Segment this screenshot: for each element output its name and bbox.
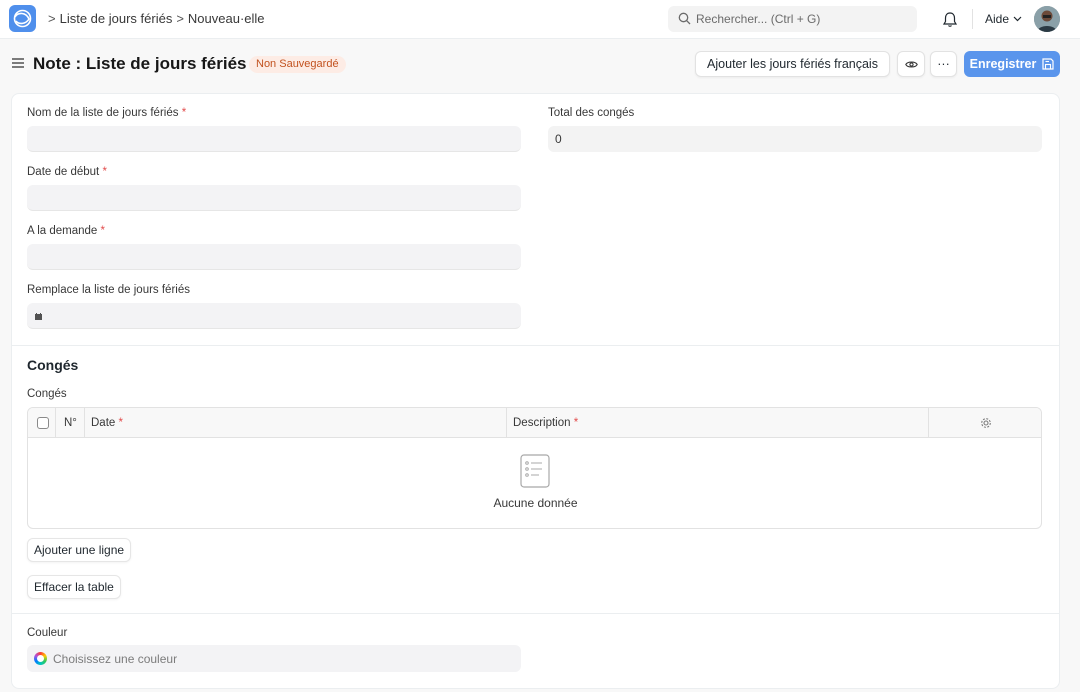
from-date-input[interactable] bbox=[27, 185, 521, 210]
status-badge: Non Sauvegardé bbox=[249, 56, 346, 73]
color-label: Couleur bbox=[27, 627, 68, 639]
search-input[interactable] bbox=[696, 6, 911, 32]
column-header-no: N° bbox=[56, 408, 85, 438]
to-date-label-text: A la demande bbox=[27, 225, 98, 237]
holiday-list-name-label: Nom de la liste de jours fériés * bbox=[27, 107, 186, 119]
column-header-date: Date * bbox=[85, 408, 507, 438]
replaces-holiday-list-label: Remplace la liste de jours fériés bbox=[27, 284, 190, 296]
total-holidays-label: Total des congés bbox=[548, 107, 635, 119]
holiday-list-name-input[interactable] bbox=[27, 126, 521, 151]
color-wheel-icon bbox=[34, 652, 47, 665]
column-settings bbox=[929, 408, 1041, 438]
avatar[interactable] bbox=[1034, 6, 1060, 32]
navbar: > Liste de jours fériés > Nouveau·elle A… bbox=[0, 0, 1080, 39]
clear-table-button[interactable]: Effacer la table bbox=[27, 575, 121, 599]
table-header: N° Date * Description * bbox=[28, 408, 1041, 438]
required-marker: * bbox=[181, 107, 187, 119]
to-date-label: A la demande * bbox=[27, 225, 105, 237]
calendar-icon bbox=[35, 313, 42, 320]
replaces-holiday-list-field[interactable] bbox=[27, 303, 521, 329]
bell-icon[interactable] bbox=[942, 11, 958, 28]
from-date-label-text: Date de début bbox=[27, 166, 100, 178]
from-date-field[interactable] bbox=[27, 185, 521, 211]
page-title: Note : Liste de jours fériés bbox=[33, 54, 247, 73]
from-date-label: Date de début * bbox=[27, 166, 107, 178]
breadcrumb: > Liste de jours fériés > Nouveau·elle bbox=[48, 11, 265, 26]
app-logo-icon[interactable] bbox=[9, 5, 36, 32]
empty-table-message: Aucune donnée bbox=[493, 496, 578, 510]
add-row-button[interactable]: Ajouter une ligne bbox=[27, 538, 132, 562]
hamburger-menu-icon[interactable] bbox=[12, 57, 24, 69]
save-button-label: Enregistrer bbox=[969, 57, 1037, 71]
required-marker: * bbox=[118, 417, 123, 429]
eye-icon bbox=[904, 60, 918, 68]
breadcrumb-holiday-list-link[interactable]: Liste de jours fériés bbox=[60, 11, 173, 26]
breadcrumb-separator: > bbox=[176, 11, 184, 26]
chevron-down-icon bbox=[1013, 16, 1022, 22]
to-date-field[interactable] bbox=[27, 244, 521, 270]
select-all-column bbox=[28, 408, 56, 438]
floppy-disk-icon bbox=[1042, 58, 1054, 70]
select-all-checkbox[interactable] bbox=[37, 417, 49, 429]
replaces-holiday-list-input[interactable] bbox=[27, 303, 521, 328]
column-header-description: Description * bbox=[507, 408, 929, 438]
color-picker-field[interactable] bbox=[27, 645, 521, 672]
section-divider bbox=[12, 613, 1059, 614]
column-header-description-label: Description bbox=[513, 417, 571, 429]
to-date-input[interactable] bbox=[27, 244, 521, 269]
empty-list-icon bbox=[520, 454, 550, 488]
holidays-section-title[interactable]: Congés bbox=[27, 357, 78, 373]
section-divider bbox=[12, 345, 1059, 346]
required-marker: * bbox=[102, 166, 107, 178]
add-french-holidays-button[interactable]: Ajouter les jours fériés français bbox=[695, 51, 890, 77]
total-holidays-value: 0 bbox=[548, 126, 1042, 152]
save-button[interactable]: Enregistrer bbox=[964, 51, 1060, 77]
required-marker: * bbox=[573, 417, 579, 429]
required-marker: * bbox=[100, 225, 106, 237]
breadcrumb-current[interactable]: Nouveau·elle bbox=[188, 11, 265, 26]
form-card: Nom de la liste de jours fériés * Date d… bbox=[11, 93, 1060, 689]
help-label: Aide bbox=[985, 12, 1010, 26]
holiday-list-name-label-text: Nom de la liste de jours fériés bbox=[27, 107, 179, 119]
color-input[interactable] bbox=[53, 645, 513, 672]
search-icon bbox=[678, 12, 691, 25]
preview-button[interactable] bbox=[897, 51, 925, 77]
gear-icon[interactable] bbox=[980, 417, 992, 429]
help-dropdown[interactable]: Aide bbox=[985, 12, 1022, 26]
search-bar[interactable] bbox=[668, 6, 917, 32]
holiday-list-name-field[interactable] bbox=[27, 126, 521, 152]
more-actions-button[interactable]: ··· bbox=[930, 51, 957, 77]
navbar-divider bbox=[972, 9, 973, 29]
holidays-table: N° Date * Description * Aucune donnée bbox=[27, 407, 1042, 529]
holidays-table-label: Congés bbox=[27, 388, 67, 400]
column-header-date-label: Date bbox=[91, 417, 116, 429]
breadcrumb-separator: > bbox=[48, 11, 56, 26]
